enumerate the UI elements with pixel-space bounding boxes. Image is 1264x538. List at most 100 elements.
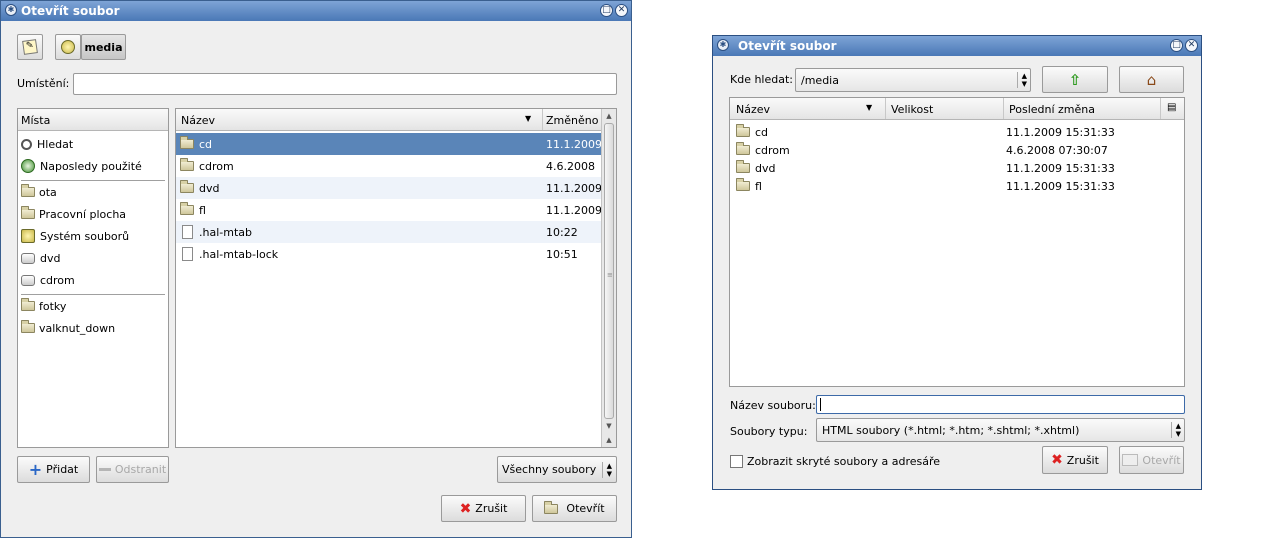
place-label: ota <box>39 185 57 199</box>
file-name: fl <box>199 203 206 217</box>
file-row[interactable]: cdrom 4.6.2008 <box>176 155 601 177</box>
folder-icon <box>736 178 750 191</box>
window-menu-icon[interactable]: ✱ <box>5 4 17 16</box>
title-bar: ✱ Otevřít soubor □ ✕ <box>1 1 631 21</box>
path-media-button[interactable]: media <box>81 34 126 60</box>
maximize-button[interactable]: □ <box>1170 39 1183 52</box>
parent-folder-button[interactable]: ⇧ <box>1042 66 1108 93</box>
gtk-open-dialog: ✱ Otevřít soubor □ ✕ ✎ media Umístění: M… <box>0 0 632 538</box>
look-in-select[interactable]: /media ▲ ▼ <box>795 68 1031 92</box>
remove-label: Odstranit <box>114 463 167 476</box>
place-item[interactable]: cdrom <box>18 269 168 291</box>
close-button[interactable]: ✕ <box>615 4 628 17</box>
kde-open-dialog: ✱ Otevřít soubor □ ✕ Kde hledat: /media … <box>712 35 1202 490</box>
file-name: cdrom <box>755 143 790 157</box>
text-caret <box>820 398 821 411</box>
grip-icon: ≡ <box>607 271 613 279</box>
folder-icon <box>21 184 35 197</box>
file-modified: 11.1.2009 <box>546 137 602 151</box>
filetype-select[interactable]: HTML soubory (*.html; *.htm; *.shtml; *.… <box>816 418 1185 442</box>
path-root-button[interactable] <box>55 34 81 60</box>
cancel-label: Zrušit <box>1066 453 1099 467</box>
close-button[interactable]: ✕ <box>1185 39 1198 52</box>
column-divider[interactable] <box>885 98 886 119</box>
folder-icon <box>21 206 35 219</box>
places-header-label: Místa <box>21 114 51 127</box>
place-item[interactable]: valknut_down <box>18 317 168 339</box>
disc-icon <box>21 274 35 286</box>
cancel-icon: ✖ <box>1051 452 1063 468</box>
column-divider[interactable] <box>1003 98 1004 119</box>
file-modified: 11.1.2009 15:31:33 <box>1006 125 1115 139</box>
file-row[interactable]: dvd 11.1.2009 <box>176 177 602 199</box>
file-modified: 11.1.2009 15:31:33 <box>1006 179 1115 193</box>
select-arrows-icon: ▲ ▼ <box>1170 422 1181 438</box>
disc-icon <box>21 252 35 264</box>
folder-icon <box>21 320 35 333</box>
recent-icon <box>21 159 35 173</box>
column-divider[interactable] <box>1160 98 1161 119</box>
scroll-thumb[interactable]: ≡ <box>604 123 614 419</box>
filename-label: Název souboru: <box>730 399 816 412</box>
column-size-header[interactable]: Velikost <box>891 103 933 116</box>
folder-icon <box>736 124 750 137</box>
column-modified-header[interactable]: Poslední změna <box>1009 103 1095 116</box>
sort-down-icon: ▼ <box>525 114 532 123</box>
place-item[interactable]: fotky <box>18 295 168 317</box>
column-modified-header[interactable]: Změněno <box>546 114 598 127</box>
drive-icon <box>21 229 35 243</box>
search-icon <box>21 138 32 150</box>
file-row-selected[interactable]: cd 11.1.2009 <box>176 133 602 155</box>
show-hidden-checkbox[interactable] <box>730 455 743 468</box>
place-item[interactable]: Hledat <box>18 133 168 155</box>
plus-icon: + <box>28 459 43 479</box>
cancel-button[interactable]: ✖ Zrušit <box>441 495 526 522</box>
vertical-scrollbar[interactable]: ▲ ≡ ▼ ▲ <box>601 109 616 447</box>
minus-icon <box>98 468 111 471</box>
places-panel: Místa Hledat Naposledy použité ota Praco… <box>17 108 169 448</box>
look-in-label: Kde hledat: <box>730 73 793 86</box>
scroll-down-arrow[interactable]: ▼ <box>602 419 616 433</box>
file-row[interactable]: fl 11.1.2009 <box>176 199 602 221</box>
column-name-header[interactable]: Název <box>181 114 215 127</box>
pencil-icon: ✎ <box>22 39 38 55</box>
location-input[interactable] <box>73 73 617 95</box>
filetype-label: Soubory typu: <box>730 425 808 438</box>
scroll-down-arrow-2[interactable]: ▲ <box>602 433 616 447</box>
place-item[interactable]: dvd <box>18 247 168 269</box>
open-button[interactable]: Otevřít <box>1119 446 1184 474</box>
edit-location-button[interactable]: ✎ <box>17 34 43 60</box>
column-name-header[interactable]: Název <box>736 103 770 116</box>
filetype-value: HTML soubory (*.html; *.htm; *.shtml; *.… <box>822 424 1080 437</box>
file-name: cdrom <box>199 159 234 173</box>
place-item[interactable]: Pracovní plocha <box>18 203 168 225</box>
file-modified: 11.1.2009 15:31:33 <box>1006 161 1115 175</box>
file-row[interactable]: dvd 11.1.2009 15:31:33 <box>730 159 1184 177</box>
file-row[interactable]: cdrom 4.6.2008 07:30:07 <box>730 141 1184 159</box>
file-row[interactable]: cd 11.1.2009 15:31:33 <box>730 123 1184 141</box>
file-name: cd <box>755 125 769 139</box>
add-bookmark-button[interactable]: + Přidat <box>17 456 90 483</box>
file-row[interactable]: .hal-mtab 10:22 <box>176 221 601 243</box>
place-item[interactable]: ota <box>18 181 168 203</box>
column-divider[interactable] <box>542 109 543 130</box>
filename-input[interactable] <box>816 395 1185 414</box>
file-row[interactable]: .hal-mtab-lock 10:51 <box>176 243 601 265</box>
select-arrows-icon: ▲ ▼ <box>601 462 612 478</box>
maximize-button[interactable]: □ <box>600 4 613 17</box>
window-menu-icon[interactable]: ✱ <box>717 39 729 51</box>
columns-menu-icon[interactable]: ▤ <box>1167 102 1176 113</box>
open-button[interactable]: Otevřít <box>532 495 617 522</box>
file-filter-select[interactable]: Všechny soubory ▲ ▼ <box>497 456 617 483</box>
home-button[interactable]: ⌂ <box>1119 66 1184 93</box>
file-row[interactable]: fl 11.1.2009 15:31:33 <box>730 177 1184 195</box>
scroll-up-arrow[interactable]: ▲ <box>602 109 616 123</box>
place-item[interactable]: Systém souborů <box>18 225 168 247</box>
remove-bookmark-button[interactable]: Odstranit <box>96 456 169 483</box>
file-modified: 11.1.2009 <box>546 203 602 217</box>
cancel-button[interactable]: ✖ Zrušit <box>1042 446 1108 474</box>
place-item[interactable]: Naposledy použité <box>18 155 168 177</box>
file-name: .hal-mtab-lock <box>199 247 279 261</box>
files-header: Název ▼ Změněno <box>176 109 601 131</box>
folder-icon <box>21 298 35 311</box>
